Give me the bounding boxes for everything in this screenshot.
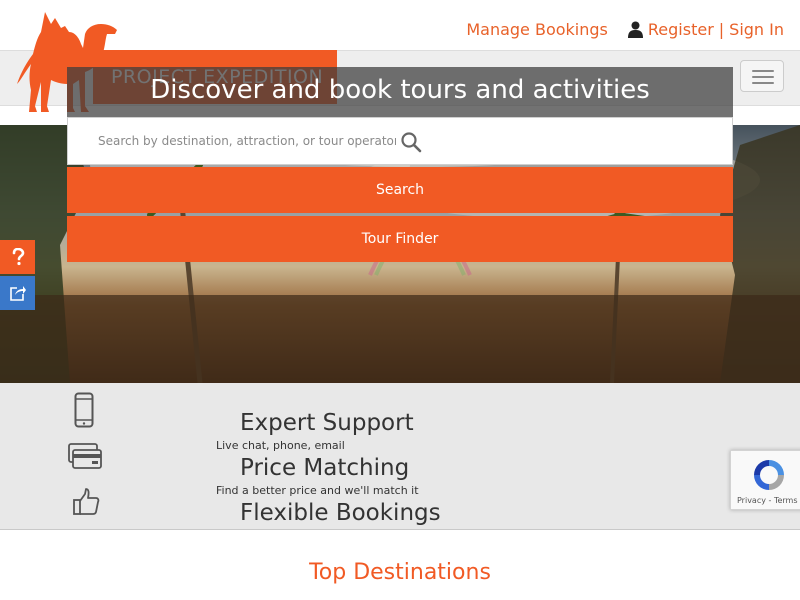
register-link[interactable]: Register [648, 20, 714, 39]
share-icon [9, 286, 26, 301]
hamburger-icon [752, 70, 774, 72]
question-icon [12, 248, 24, 266]
smartphone-icon [74, 392, 94, 428]
account-links: Manage Bookings Register | Sign In [466, 20, 784, 39]
hero-title: Discover and book tours and activities [150, 75, 650, 105]
recaptcha-terms-link[interactable]: Terms [774, 496, 798, 505]
share-tab[interactable] [0, 276, 35, 310]
sign-in-link[interactable]: Sign In [729, 20, 784, 39]
hamburger-icon [752, 82, 774, 84]
tour-finder-button[interactable]: Tour Finder [67, 216, 733, 262]
credit-card-icon [68, 443, 102, 469]
search-box [67, 117, 733, 165]
hamburger-icon [752, 76, 774, 78]
feature-subtitle: Live chat, phone, email [216, 439, 345, 452]
recaptcha-icon [754, 460, 784, 490]
feature-subtitle: Find a better price and we'll match it [216, 484, 419, 497]
recaptcha-links: Privacy - Terms [737, 496, 798, 505]
recaptcha-dash: - [768, 496, 772, 505]
feature-title: Flexible Bookings [240, 500, 441, 526]
user-icon [627, 21, 643, 38]
feature-title: Price Matching [240, 455, 410, 481]
search-icon[interactable] [400, 131, 422, 153]
menu-toggle-button[interactable] [740, 60, 784, 92]
thumbs-up-icon [73, 488, 100, 515]
help-tab[interactable] [0, 240, 35, 274]
link-separator: | [718, 20, 725, 39]
manage-bookings-link[interactable]: Manage Bookings [466, 20, 608, 39]
top-destinations-heading: Top Destinations [309, 560, 491, 585]
recaptcha-privacy-link[interactable]: Privacy [737, 496, 766, 505]
search-input[interactable] [68, 118, 398, 164]
recaptcha-badge[interactable]: Privacy - Terms [730, 450, 800, 510]
search-button[interactable]: Search [67, 167, 733, 213]
feature-title: Expert Support [240, 410, 414, 436]
